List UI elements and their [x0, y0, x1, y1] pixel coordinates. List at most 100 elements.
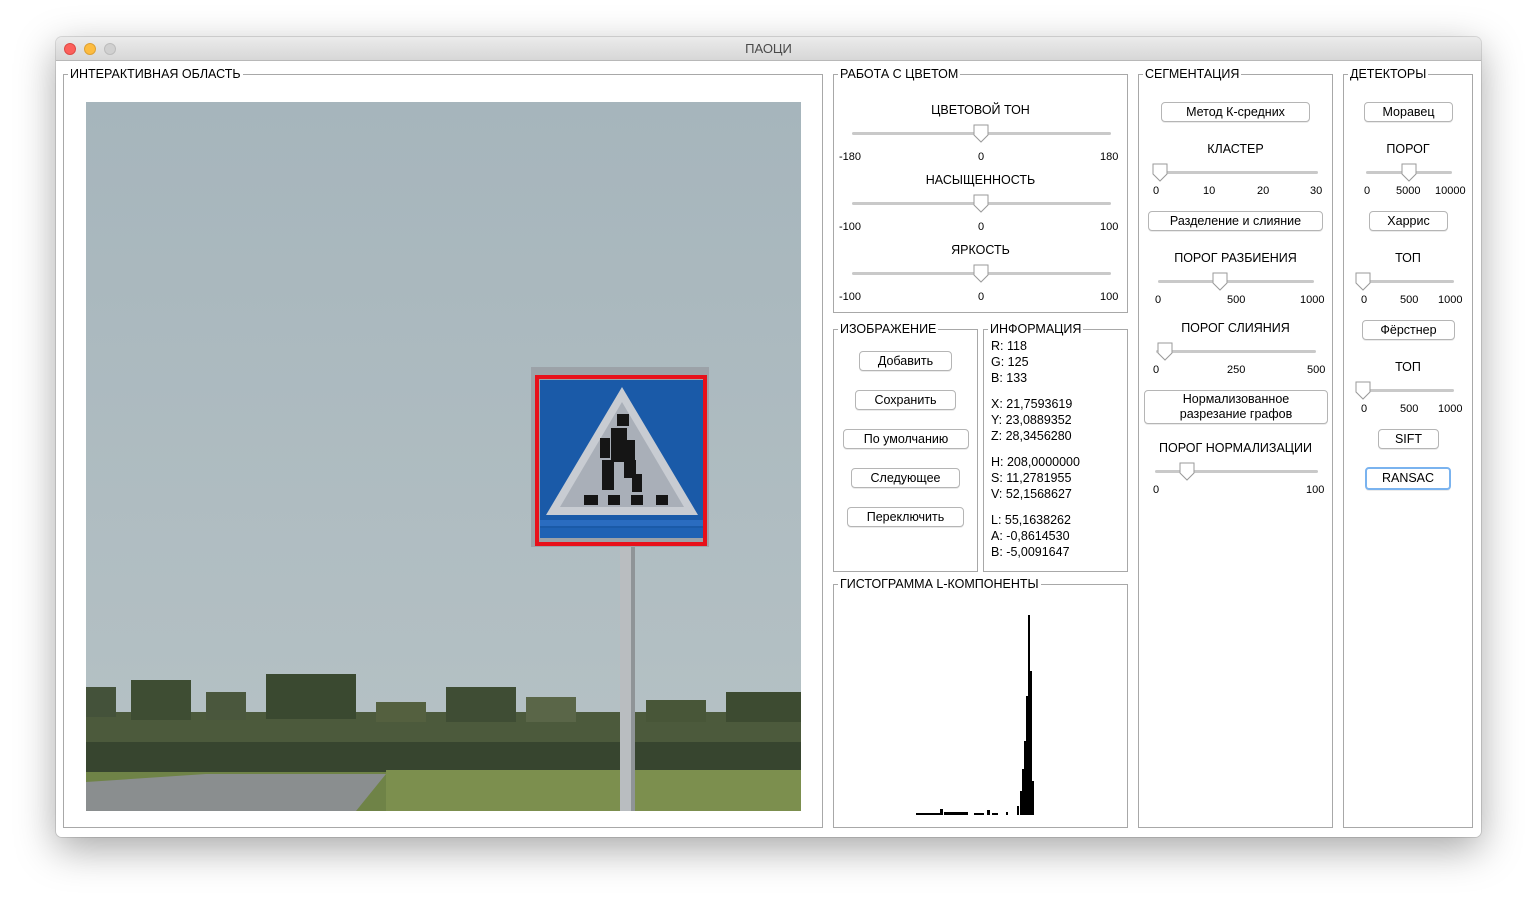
window-title: ПАОЦИ [745, 41, 792, 56]
split-threshold-tick-1: 500 [1227, 294, 1246, 306]
info-panel: ИНФОРМАЦИЯ R: 118 G: 125 B: 133 X: 21,75… [983, 322, 1128, 572]
color-panel: РАБОТА С ЦВЕТОМ ЦВЕТОВОЙ ТОН -180 0 180 … [833, 67, 1128, 313]
saturation-slider-thumb[interactable] [973, 194, 989, 213]
info-rgb-block: R: 118 G: 125 B: 133 [991, 338, 1029, 386]
moravec-threshold-label: ПОРОГ [1386, 142, 1430, 156]
default-image-button[interactable]: По умолчанию [843, 429, 969, 449]
harris-top-slider-thumb[interactable] [1355, 272, 1371, 291]
ncut-line-2: разрезание графов [1179, 407, 1293, 421]
merge-threshold-label: ПОРОГ СЛИЯНИЯ [1181, 321, 1290, 335]
add-image-button[interactable]: Добавить [859, 351, 952, 371]
cluster-slider-thumb[interactable] [1152, 163, 1168, 182]
switch-image-button[interactable]: Переключить [847, 507, 964, 527]
moravec-threshold-tick-0: 0 [1364, 185, 1371, 197]
image-panel: ИЗОБРАЖЕНИЕ Добавить Сохранить По умолча… [833, 322, 978, 572]
info-y-value: Y: 23,0889352 [991, 413, 1072, 427]
interactive-area-panel: ИНТЕРАКТИВНАЯ ОБЛАСТЬ [63, 67, 823, 828]
cluster-slider-track[interactable] [1155, 171, 1318, 174]
norm-threshold-tick-0: 0 [1153, 484, 1160, 496]
harris-top-tick-2: 1000 [1438, 294, 1463, 306]
norm-threshold-tick-1: 100 [1306, 484, 1325, 496]
cluster-tick-0: 0 [1153, 185, 1160, 197]
info-r-value: R: 118 [991, 339, 1027, 353]
hue-label: ЦВЕТОВОЙ ТОН [931, 103, 1030, 117]
cluster-tick-2: 20 [1257, 185, 1270, 197]
brightness-label: ЯРКОСТЬ [951, 243, 1010, 257]
ncut-line-1: Нормализованное [1182, 392, 1290, 406]
hue-max-tick: 180 [1100, 151, 1119, 163]
brightness-mid-tick: 0 [978, 291, 985, 303]
split-threshold-label: ПОРОГ РАЗБИЕНИЯ [1174, 251, 1297, 265]
title-bar[interactable]: ПАОЦИ [56, 37, 1481, 61]
forstner-top-tick-0: 0 [1361, 403, 1368, 415]
forstner-top-slider-thumb[interactable] [1355, 381, 1371, 400]
forstner-top-slider-track[interactable] [1364, 389, 1454, 392]
interactive-image[interactable] [86, 102, 801, 811]
moravec-button[interactable]: Моравец [1364, 102, 1453, 122]
info-xyz-block: X: 21,7593619 Y: 23,0889352 Z: 28,345628… [991, 396, 1072, 444]
norm-threshold-slider-thumb[interactable] [1179, 462, 1195, 481]
moravec-threshold-tick-1: 5000 [1396, 185, 1421, 197]
info-s-value: S: 11,2781955 [991, 471, 1072, 485]
split-threshold-tick-0: 0 [1155, 294, 1162, 306]
ncut-button[interactable]: Нормализованное разрезание графов [1144, 390, 1328, 424]
merge-threshold-slider-thumb[interactable] [1157, 342, 1173, 361]
color-panel-title: РАБОТА С ЦВЕТОМ [840, 67, 959, 81]
merge-threshold-tick-1: 250 [1227, 364, 1246, 376]
segmentation-panel: СЕГМЕНТАЦИЯ Метод К-средних КЛАСТЕР 0 10… [1138, 67, 1333, 828]
moravec-threshold-tick-2: 10000 [1435, 185, 1466, 197]
info-h-value: H: 208,0000000 [991, 455, 1080, 469]
detectors-panel: ДЕТЕКТОРЫ Моравец ПОРОГ 0 5000 10000 Хар… [1343, 67, 1473, 828]
info-panel-title: ИНФОРМАЦИЯ [990, 322, 1082, 336]
moravec-threshold-slider-thumb[interactable] [1401, 163, 1417, 182]
info-v-value: V: 52,1568627 [991, 487, 1072, 501]
harris-top-tick-0: 0 [1361, 294, 1368, 306]
cluster-tick-1: 10 [1203, 185, 1216, 197]
saturation-mid-tick: 0 [978, 221, 985, 233]
cluster-tick-3: 30 [1310, 185, 1323, 197]
saturation-max-tick: 100 [1100, 221, 1119, 233]
brightness-max-tick: 100 [1100, 291, 1119, 303]
info-x-value: X: 21,7593619 [991, 397, 1073, 411]
l-histogram [916, 615, 1034, 815]
split-merge-button[interactable]: Разделение и слияние [1148, 211, 1323, 231]
saturation-label: НАСЫЩЕННОСТЬ [925, 173, 1036, 187]
forstner-top-label: ТОП [1395, 360, 1421, 374]
histogram-panel: ГИСТОГРАММА L-КОМПОНЕНТЫ [833, 577, 1128, 828]
split-threshold-slider-track[interactable] [1158, 280, 1314, 283]
app-window: ПАОЦИ ИНТЕРАКТИВНАЯ ОБЛАСТЬ РАБОТА С ЦВЕ… [56, 37, 1481, 837]
sift-button[interactable]: SIFT [1378, 429, 1439, 449]
harris-top-tick-1: 500 [1400, 294, 1419, 306]
kmeans-button[interactable]: Метод К-средних [1161, 102, 1310, 122]
forstner-button[interactable]: Фёрстнер [1362, 320, 1455, 340]
brightness-slider-thumb[interactable] [973, 264, 989, 283]
split-threshold-tick-2: 1000 [1300, 294, 1325, 306]
histogram-title: ГИСТОГРАММА L-КОМПОНЕНТЫ [840, 577, 1039, 591]
forstner-top-tick-2: 1000 [1438, 403, 1463, 415]
split-threshold-slider-thumb[interactable] [1212, 272, 1228, 291]
detectors-title: ДЕТЕКТОРЫ [1350, 67, 1427, 81]
hue-min-tick: -180 [839, 151, 862, 163]
saturation-min-tick: -100 [839, 221, 862, 233]
ransac-button[interactable]: RANSAC [1365, 467, 1451, 490]
harris-top-slider-track[interactable] [1364, 280, 1454, 283]
road [86, 774, 386, 811]
info-l-value: L: 55,1638262 [991, 513, 1071, 527]
image-panel-title: ИЗОБРАЖЕНИЕ [840, 322, 937, 336]
hue-mid-tick: 0 [978, 151, 985, 163]
merge-threshold-slider-track[interactable] [1156, 350, 1316, 353]
next-image-button[interactable]: Следующее [851, 468, 960, 488]
merge-threshold-tick-2: 500 [1307, 364, 1326, 376]
save-image-button[interactable]: Сохранить [855, 390, 956, 410]
hue-slider-thumb[interactable] [973, 124, 989, 143]
info-lab-b-value: B: -5,0091647 [991, 545, 1070, 559]
pedestrian-crossing-sign [531, 367, 709, 547]
norm-threshold-label: ПОРОГ НОРМАЛИЗАЦИИ [1159, 441, 1312, 455]
info-g-value: G: 125 [991, 355, 1029, 369]
merge-threshold-tick-0: 0 [1153, 364, 1160, 376]
interactive-area-title: ИНТЕРАКТИВНАЯ ОБЛАСТЬ [70, 67, 241, 81]
info-z-value: Z: 28,3456280 [991, 429, 1072, 443]
harris-button[interactable]: Харрис [1369, 211, 1448, 231]
info-lab-block: L: 55,1638262 A: -0,8614530 B: -5,009164… [991, 512, 1071, 560]
cluster-label: КЛАСТЕР [1207, 142, 1264, 156]
